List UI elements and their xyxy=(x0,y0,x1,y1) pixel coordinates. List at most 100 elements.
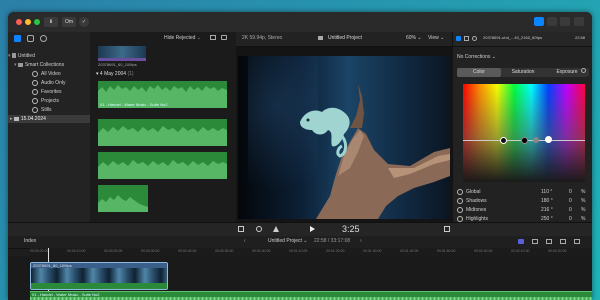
inspector-duration: 22:58 xyxy=(575,35,586,40)
waveform xyxy=(98,160,227,179)
info-icon[interactable] xyxy=(456,36,461,41)
angle-value[interactable]: 110 ° xyxy=(541,188,552,197)
media-icon[interactable] xyxy=(14,35,21,42)
effects-icon[interactable] xyxy=(273,226,279,232)
solo-icon[interactable] xyxy=(560,239,566,244)
percent-value[interactable]: 0 xyxy=(569,188,572,197)
forward-arrow-icon[interactable]: › xyxy=(360,238,362,244)
waveform xyxy=(98,195,148,212)
snapping-icon[interactable] xyxy=(546,239,552,244)
titles-icon[interactable] xyxy=(40,35,47,42)
import-button[interactable]: ⬇ xyxy=(44,17,58,27)
midtones-icon xyxy=(457,206,463,213)
row-label: Midtones xyxy=(466,207,487,213)
clip-settings-icon[interactable] xyxy=(221,35,227,40)
clip-appearance-icon[interactable] xyxy=(518,239,524,244)
close-window-button[interactable] xyxy=(16,19,22,25)
timeline-toggle-icon[interactable] xyxy=(547,17,557,26)
audio-clip-4[interactable] xyxy=(98,185,148,212)
audio-icon[interactable] xyxy=(464,36,469,41)
filmstrip-icon[interactable] xyxy=(210,35,216,40)
audio-clip-2[interactable] xyxy=(98,119,227,146)
zoom-popup[interactable]: 60% ⌄ xyxy=(406,35,422,41)
folder-icon xyxy=(17,62,23,67)
library-row[interactable]: ▾ Untitled xyxy=(8,52,90,60)
timeline-video-clip[interactable]: 20378691_60_100fps xyxy=(30,262,168,290)
smart-collections-row[interactable]: ▾ Smart Collections xyxy=(8,61,96,69)
library-label: Untitled xyxy=(17,53,35,59)
shadows-puck[interactable] xyxy=(521,137,528,144)
highlights-icon xyxy=(457,215,463,222)
fullscreen-icon[interactable] xyxy=(444,226,450,232)
shadows-icon xyxy=(457,197,463,204)
play-icon[interactable] xyxy=(310,226,315,232)
timeline-ruler[interactable]: 00:00:00:00 00:00:10:00 00:00:20:00 00:0… xyxy=(30,248,592,256)
smart-collections-label: Smart Collections xyxy=(24,62,65,68)
back-arrow-icon[interactable]: ‹ xyxy=(244,238,246,244)
color-icon[interactable] xyxy=(472,36,477,41)
event-row[interactable]: ▸ 15.04.2024 xyxy=(8,115,92,123)
sidebar-tabs xyxy=(14,35,84,43)
index-button[interactable]: Index xyxy=(24,238,36,244)
highlights-puck[interactable] xyxy=(545,136,552,143)
library-toggle-icon[interactable] xyxy=(534,17,544,26)
background-tasks-button[interactable]: ✓ xyxy=(79,17,89,27)
ruler-tick-label: 00:00:20:00 xyxy=(104,249,123,253)
media-browser: Hide Rejected ⌄ 20378691_60_100fps ▾ 4 M… xyxy=(90,32,237,229)
photos-icon[interactable] xyxy=(27,35,34,42)
timeline-zoom-icon[interactable] xyxy=(574,239,580,244)
angle-value[interactable]: 216 ° xyxy=(541,206,553,215)
color-board[interactable] xyxy=(463,84,585,182)
color-board-tabs: Color Saturation Exposure xyxy=(457,68,589,77)
timeline-project-popup[interactable]: Untitled Project ⌄ xyxy=(268,238,308,244)
timeline-audio-clip[interactable]: 01 - Handel - Water Music - Suite No2 xyxy=(30,291,592,300)
speed-icon[interactable] xyxy=(256,226,262,232)
audio-clip-1[interactable]: 01 - Handel - Water Music - Suite No2 xyxy=(98,81,227,108)
audio-skimming-icon[interactable] xyxy=(532,239,538,244)
smart-collection-icon xyxy=(32,88,38,95)
reset-icon[interactable] xyxy=(581,68,586,73)
keywords-button[interactable]: Om xyxy=(62,17,76,27)
ruler-tick-label: 00:01:20:00 xyxy=(326,249,345,253)
tab-color[interactable]: Color xyxy=(457,68,501,77)
viewer-header: 2K 59.94p, Stereo Untitled Project 60% ⌄… xyxy=(236,32,452,47)
ruler-tick-label: 00:01:50:00 xyxy=(437,249,456,253)
viewer: 2K 59.94p, Stereo Untitled Project 60% ⌄… xyxy=(236,32,452,222)
inspector-toggle-icon[interactable] xyxy=(560,17,570,26)
filter-popup[interactable]: Hide Rejected ⌄ xyxy=(164,34,201,42)
ruler-tick-label: 00:01:30:00 xyxy=(363,249,382,253)
percent-value[interactable]: 0 xyxy=(569,206,572,215)
waveform xyxy=(98,126,227,146)
share-icon[interactable] xyxy=(574,17,584,26)
view-popup[interactable]: View ⌄ xyxy=(428,35,444,41)
midtones-puck[interactable] xyxy=(533,137,539,143)
event-icon xyxy=(13,116,19,121)
ruler-tick-label: 00:00:10:00 xyxy=(67,249,86,253)
midtones-row: Midtones 216 ° 0% xyxy=(457,206,589,215)
angle-value[interactable]: 180 ° xyxy=(541,197,553,206)
tab-saturation[interactable]: Saturation xyxy=(501,68,545,77)
date-count: (1) xyxy=(127,71,134,77)
ruler-tick-label: 00:00:50:00 xyxy=(215,249,234,253)
minimize-window-button[interactable] xyxy=(25,19,31,25)
global-puck[interactable] xyxy=(500,137,507,144)
percent-unit: % xyxy=(581,207,586,213)
branch-shape xyxy=(300,84,450,219)
event-label: 15.04.2024 xyxy=(20,116,46,122)
video-clip-thumbnail[interactable] xyxy=(98,46,146,61)
audio-clip-3[interactable] xyxy=(98,152,227,179)
zoom-window-button[interactable] xyxy=(34,19,40,25)
ruler-tick-label: 00:00:00:00 xyxy=(30,249,49,253)
smart-collection-icon xyxy=(32,79,38,86)
libraries-sidebar: ▾ Untitled ▾ Smart Collections All Video… xyxy=(8,32,92,222)
ruler-tick-label: 00:02:10:00 xyxy=(511,249,530,253)
transform-icon[interactable] xyxy=(238,226,244,232)
date-header[interactable]: ▾ 4 May 2004 (1) xyxy=(96,70,134,78)
video-thumbnails xyxy=(31,268,167,283)
percent-unit: % xyxy=(581,198,586,204)
ruler-tick-label: 00:00:40:00 xyxy=(178,249,197,253)
ruler-tick-label: 00:02:20:00 xyxy=(548,249,567,253)
corrections-popup[interactable]: No Corrections ⌄ xyxy=(457,54,496,60)
smart-collection-icon xyxy=(32,70,38,77)
percent-value[interactable]: 0 xyxy=(569,197,572,206)
